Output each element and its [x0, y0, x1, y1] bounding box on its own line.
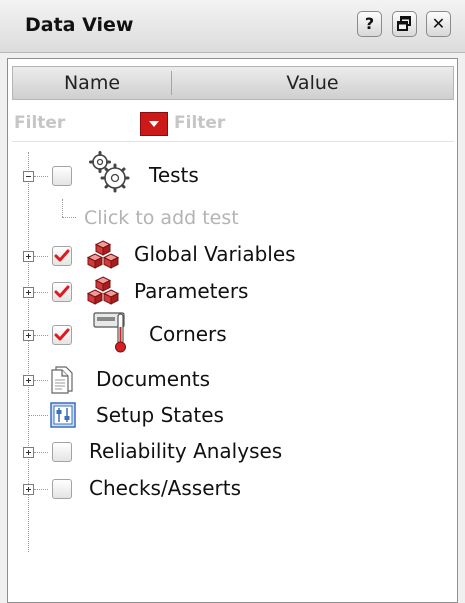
red-cubes-icon — [86, 276, 120, 305]
tree-label-tests[interactable]: Tests — [149, 163, 199, 187]
collapse-toggle-tests[interactable] — [23, 171, 34, 182]
tree-label-reliability-analyses[interactable]: Reliability Analyses — [89, 439, 282, 463]
tree-label-setup-states[interactable]: Setup States — [96, 403, 224, 427]
thermometer-icon — [93, 312, 126, 353]
expand-toggle-reliability-analyses[interactable] — [23, 447, 34, 458]
red-cubes-icon — [86, 240, 120, 269]
gears-icon — [89, 151, 130, 193]
tree-branch-line — [34, 335, 48, 336]
checkmark-icon — [54, 249, 70, 262]
restore-icon — [397, 16, 411, 31]
expand-toggle-corners[interactable] — [23, 330, 34, 341]
tree-branch-line — [28, 415, 48, 416]
help-button[interactable]: ? — [357, 11, 382, 37]
checkbox-global-variables[interactable] — [52, 246, 72, 266]
tree-label-global-variables[interactable]: Global Variables — [134, 242, 296, 266]
tree-branch-line — [62, 217, 76, 218]
setup-states-icon — [50, 402, 76, 428]
tree-label-checks-asserts[interactable]: Checks/Asserts — [89, 476, 241, 500]
close-icon: ✕ — [431, 14, 446, 33]
column-value-header[interactable]: Value — [172, 67, 453, 99]
tree-label-documents[interactable]: Documents — [96, 367, 210, 391]
checkbox-tests[interactable] — [52, 166, 72, 186]
filter-row — [12, 105, 454, 142]
expand-toggle-parameters[interactable] — [23, 287, 34, 298]
checkbox-corners[interactable] — [52, 325, 72, 345]
window-title: Data View — [25, 14, 134, 36]
tree-branch-line — [34, 292, 48, 293]
tree-branch-line — [62, 199, 63, 217]
checkbox-reliability-analyses[interactable] — [52, 442, 72, 462]
column-name-header[interactable]: Name — [13, 67, 171, 99]
checkmark-icon — [54, 285, 70, 298]
expand-toggle-documents[interactable] — [23, 375, 34, 386]
checkbox-checks-asserts[interactable] — [52, 479, 72, 499]
tree-branch-line — [34, 489, 48, 490]
filter-dropdown-button[interactable] — [140, 112, 168, 136]
tree-branch-line — [34, 452, 48, 453]
tree-branch-line — [34, 256, 48, 257]
checkmark-icon — [54, 328, 70, 341]
close-button[interactable]: ✕ — [426, 11, 451, 37]
tree-branch-line — [34, 176, 48, 177]
tree-label-corners[interactable]: Corners — [149, 322, 227, 346]
value-filter-input[interactable] — [174, 109, 444, 137]
restore-button[interactable] — [392, 11, 417, 37]
click-to-add-test[interactable]: Click to add test — [84, 207, 239, 229]
help-icon: ? — [364, 14, 375, 33]
checkbox-parameters[interactable] — [52, 282, 72, 302]
tree-branch-line — [34, 380, 48, 381]
expand-toggle-checks-asserts[interactable] — [23, 484, 34, 495]
name-filter-input[interactable] — [14, 109, 132, 137]
tree-label-parameters[interactable]: Parameters — [134, 279, 248, 303]
column-header: Name Value — [12, 66, 454, 100]
expand-toggle-global-variables[interactable] — [23, 251, 34, 262]
data-view-panel: Name Value Te — [7, 58, 458, 603]
document-icon — [51, 366, 73, 394]
dropdown-arrow-icon — [149, 121, 159, 127]
title-bar: Data View ? ✕ — [0, 0, 465, 53]
